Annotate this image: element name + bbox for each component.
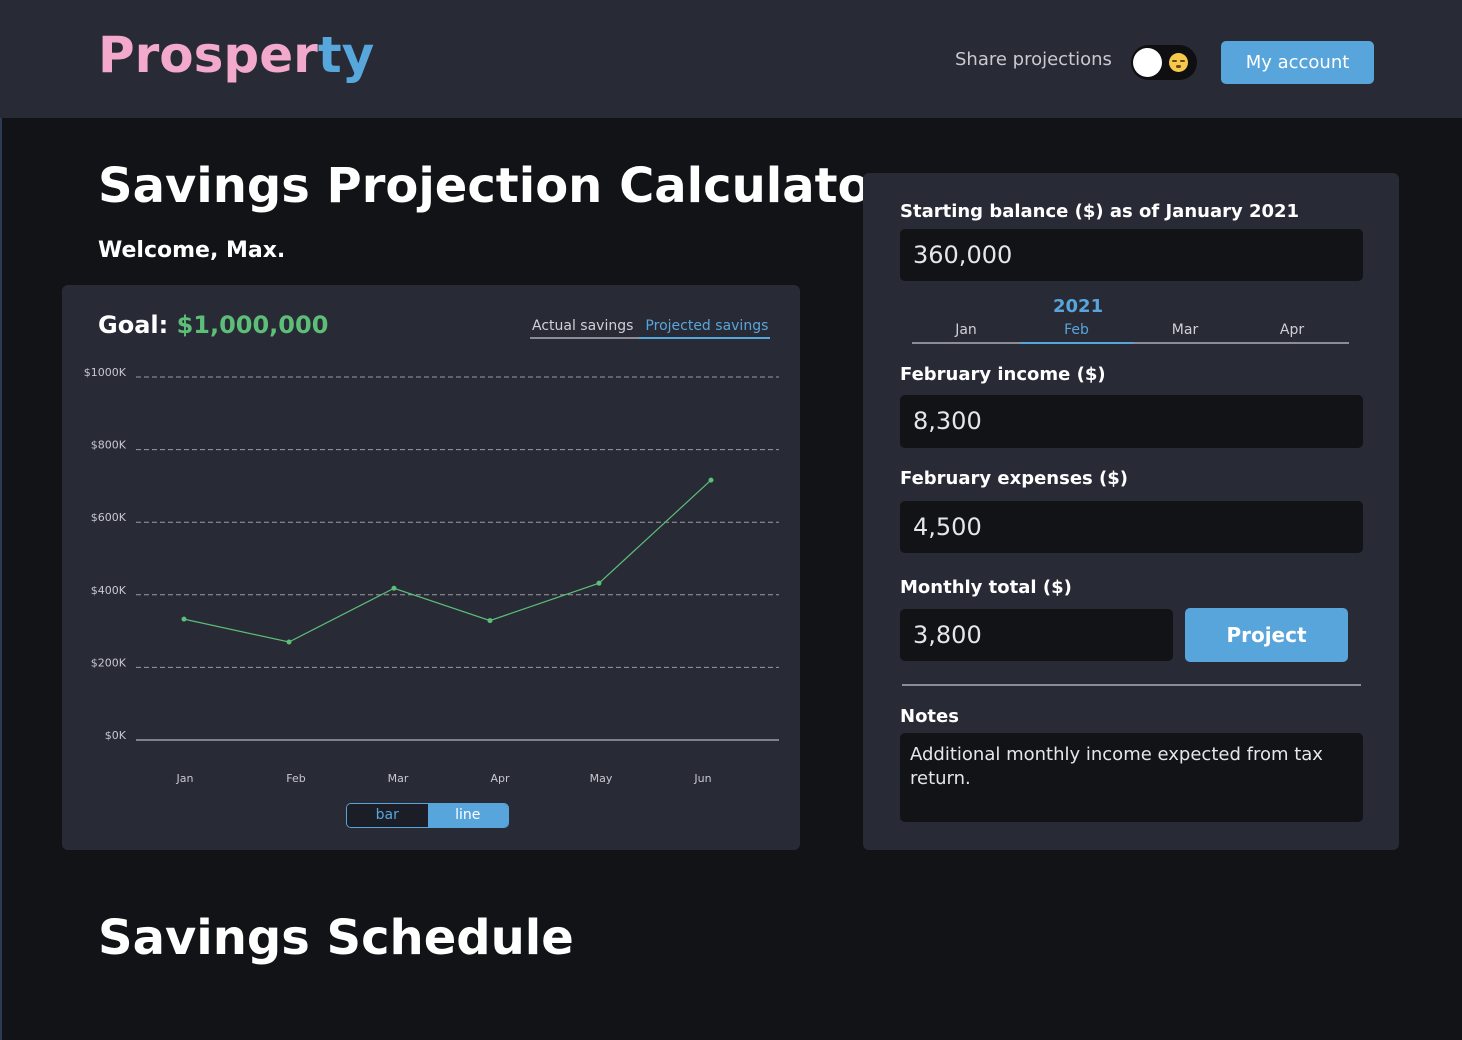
x-tick-label: Jan bbox=[176, 772, 194, 785]
x-tick-label: May bbox=[590, 772, 613, 785]
tab-month-mar[interactable]: Mar bbox=[1133, 318, 1237, 342]
notes-label: Notes bbox=[900, 706, 959, 727]
tab-month-apr[interactable]: Apr bbox=[1237, 318, 1347, 342]
sleeping-face-icon bbox=[1169, 53, 1188, 72]
year-label: 2021 bbox=[1053, 296, 1104, 317]
y-tick-label: $400K bbox=[91, 584, 127, 597]
chart-type-toggle: bar line bbox=[346, 803, 509, 828]
data-point bbox=[181, 616, 187, 622]
chart-type-bar-button[interactable]: bar bbox=[347, 804, 428, 827]
project-button[interactable]: Project bbox=[1185, 608, 1348, 662]
savings-schedule-title: Savings Schedule bbox=[98, 910, 574, 966]
income-label: February income ($) bbox=[900, 364, 1106, 385]
notes-textarea[interactable]: Additional monthly income expected from … bbox=[900, 733, 1363, 822]
page-title: Savings Projection Calculator bbox=[98, 158, 895, 214]
y-tick-label: $600K bbox=[91, 511, 127, 524]
data-point bbox=[391, 585, 397, 591]
calculator-form-card: Starting balance ($) as of January 2021 … bbox=[863, 173, 1399, 850]
tab-month-jan[interactable]: Jan bbox=[912, 318, 1020, 342]
series-line bbox=[183, 479, 712, 643]
welcome-message: Welcome, Max. bbox=[98, 238, 286, 263]
y-tick-label: $800K bbox=[91, 439, 127, 452]
starting-balance-input[interactable]: 360,000 bbox=[900, 229, 1363, 281]
y-tick-label: $0K bbox=[105, 729, 127, 742]
data-point bbox=[708, 477, 714, 483]
x-tick-label: Jun bbox=[693, 772, 711, 785]
logo-text-primary: Prosper bbox=[98, 26, 318, 84]
data-point bbox=[596, 580, 602, 586]
month-tabs: Jan Feb Mar Apr bbox=[912, 318, 1349, 344]
chart-card: Goal: $1,000,000 Actual savings Projecte… bbox=[62, 285, 800, 850]
monthly-total-field: 3,800 bbox=[900, 609, 1173, 661]
my-account-button[interactable]: My account bbox=[1221, 41, 1374, 84]
share-projections-toggle[interactable] bbox=[1131, 45, 1197, 80]
chart-type-line-button[interactable]: line bbox=[427, 804, 508, 827]
data-point bbox=[286, 639, 292, 645]
starting-balance-label: Starting balance ($) as of January 2021 bbox=[900, 201, 1300, 222]
savings-line-chart: $1000K $800K $600K $400K $200K $0K Jan Feb Mar Ap… bbox=[84, 366, 779, 785]
data-point bbox=[487, 618, 493, 624]
logo-text-accent: ty bbox=[317, 26, 375, 84]
x-tick-label: Apr bbox=[490, 772, 510, 785]
tab-month-feb[interactable]: Feb bbox=[1020, 318, 1133, 344]
logo[interactable]: Prosperty bbox=[98, 26, 374, 84]
y-tick-label: $200K bbox=[91, 656, 127, 669]
window-edge bbox=[0, 0, 2, 1040]
expenses-input[interactable]: 4,500 bbox=[900, 501, 1363, 553]
income-input[interactable]: 8,300 bbox=[900, 395, 1363, 448]
x-tick-label: Feb bbox=[286, 772, 305, 785]
top-header: Prosperty Share projections My account bbox=[0, 0, 1462, 118]
monthly-total-label: Monthly total ($) bbox=[900, 577, 1072, 598]
toggle-knob bbox=[1133, 48, 1162, 77]
share-projections-label: Share projections bbox=[955, 49, 1112, 70]
x-tick-label: Mar bbox=[388, 772, 409, 785]
form-divider bbox=[902, 684, 1361, 686]
y-tick-label: $1000K bbox=[84, 366, 127, 379]
expenses-label: February expenses ($) bbox=[900, 468, 1128, 489]
